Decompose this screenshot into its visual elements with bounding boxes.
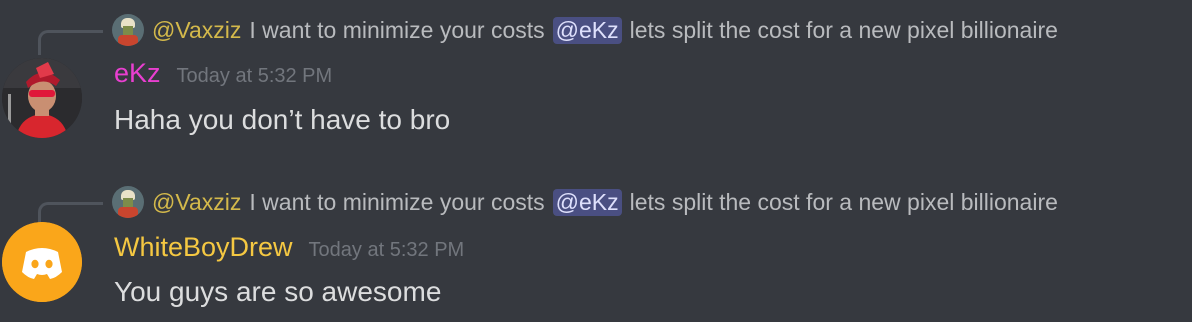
reply-preview[interactable]: @Vaxziz I want to minimize your costs @e…	[112, 12, 1058, 48]
reply-text: I want to minimize your costs	[249, 188, 545, 215]
reply-preview[interactable]: @Vaxziz I want to minimize your costs @e…	[112, 184, 1058, 220]
timestamp[interactable]: Today at 5:32 PM	[309, 239, 465, 262]
user-avatar-image	[2, 58, 82, 138]
chat-message: @Vaxziz I want to minimize your costs @e…	[0, 172, 1192, 322]
replied-user-avatar[interactable]	[112, 14, 144, 46]
reply-connector	[38, 30, 103, 55]
reply-text: I want to minimize your costs	[249, 16, 545, 43]
replied-username[interactable]: @Vaxziz	[152, 189, 241, 216]
timestamp[interactable]: Today at 5:32 PM	[177, 65, 333, 88]
discord-logo-icon	[2, 222, 82, 302]
user-mention[interactable]: @eKz	[552, 188, 622, 216]
message-content: Haha you don’t have to bro	[114, 104, 451, 135]
username[interactable]: WhiteBoyDrew	[114, 232, 293, 263]
reply-text: lets split the cost for a new pixel bill…	[629, 188, 1058, 215]
username[interactable]: eKz	[114, 58, 161, 89]
reply-text: lets split the cost for a new pixel bill…	[629, 16, 1058, 43]
avatar[interactable]	[2, 222, 82, 302]
message-header: WhiteBoyDrew Today at 5:32 PM	[114, 232, 464, 263]
user-mention[interactable]: @eKz	[552, 16, 622, 44]
avatar[interactable]	[2, 58, 82, 138]
chat-message: @Vaxziz I want to minimize your costs @e…	[0, 0, 1192, 160]
replied-username[interactable]: @Vaxziz	[152, 17, 241, 44]
message-content: You guys are so awesome	[114, 276, 442, 307]
replied-user-avatar[interactable]	[112, 186, 144, 218]
message-header: eKz Today at 5:32 PM	[114, 58, 332, 89]
